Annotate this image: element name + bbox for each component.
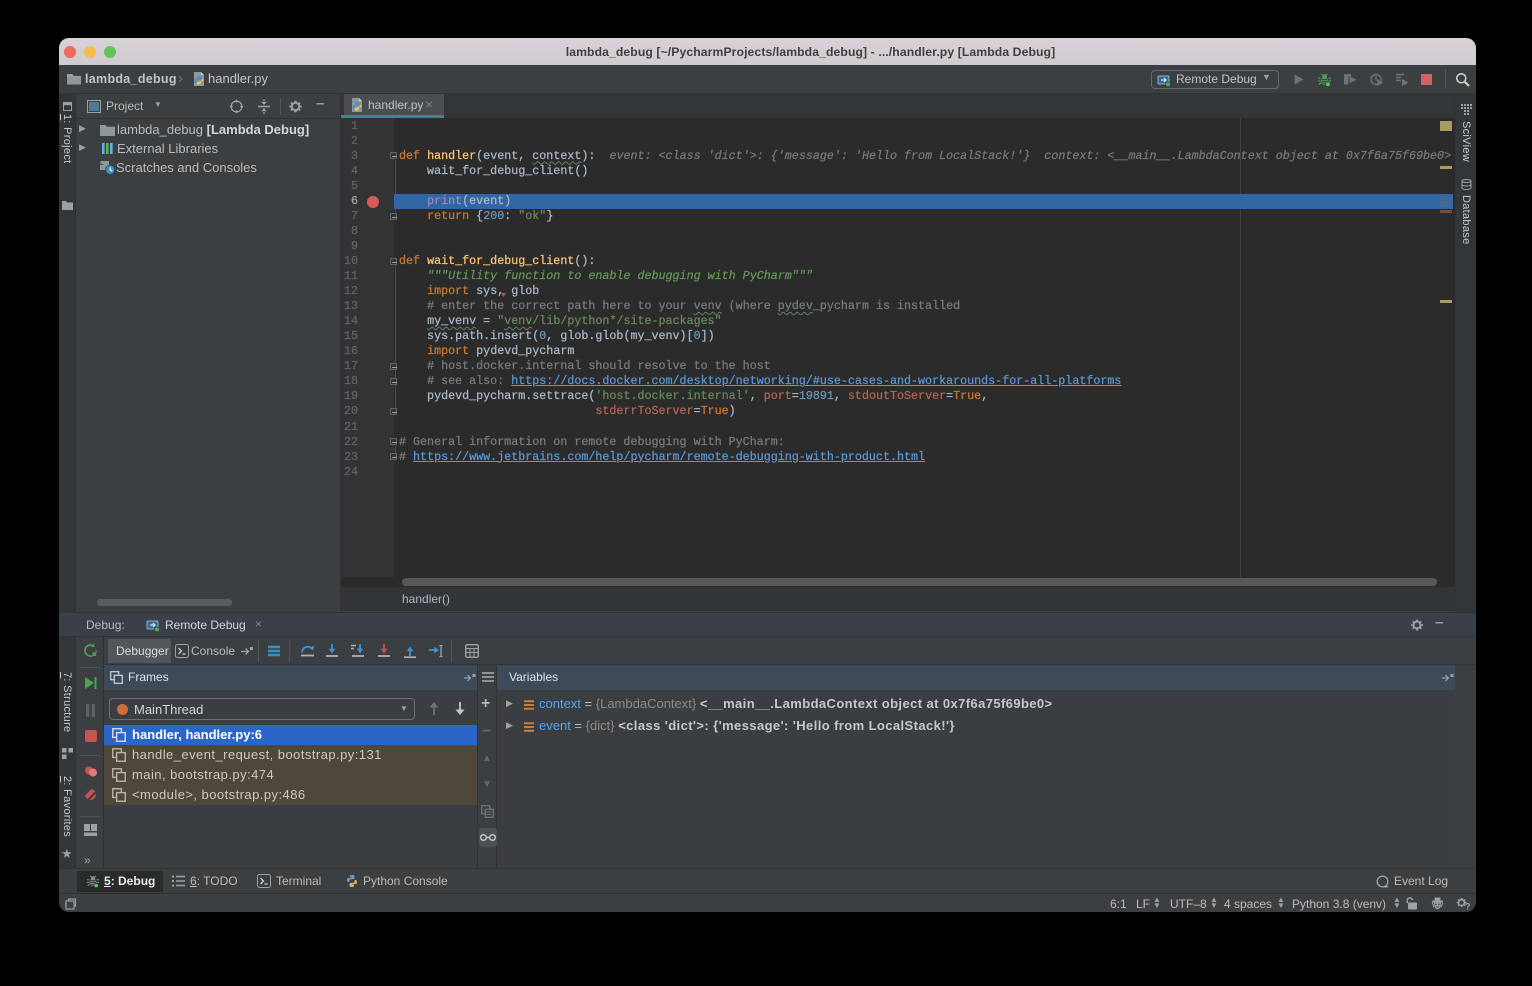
- svg-text:?: ?: [1465, 902, 1470, 911]
